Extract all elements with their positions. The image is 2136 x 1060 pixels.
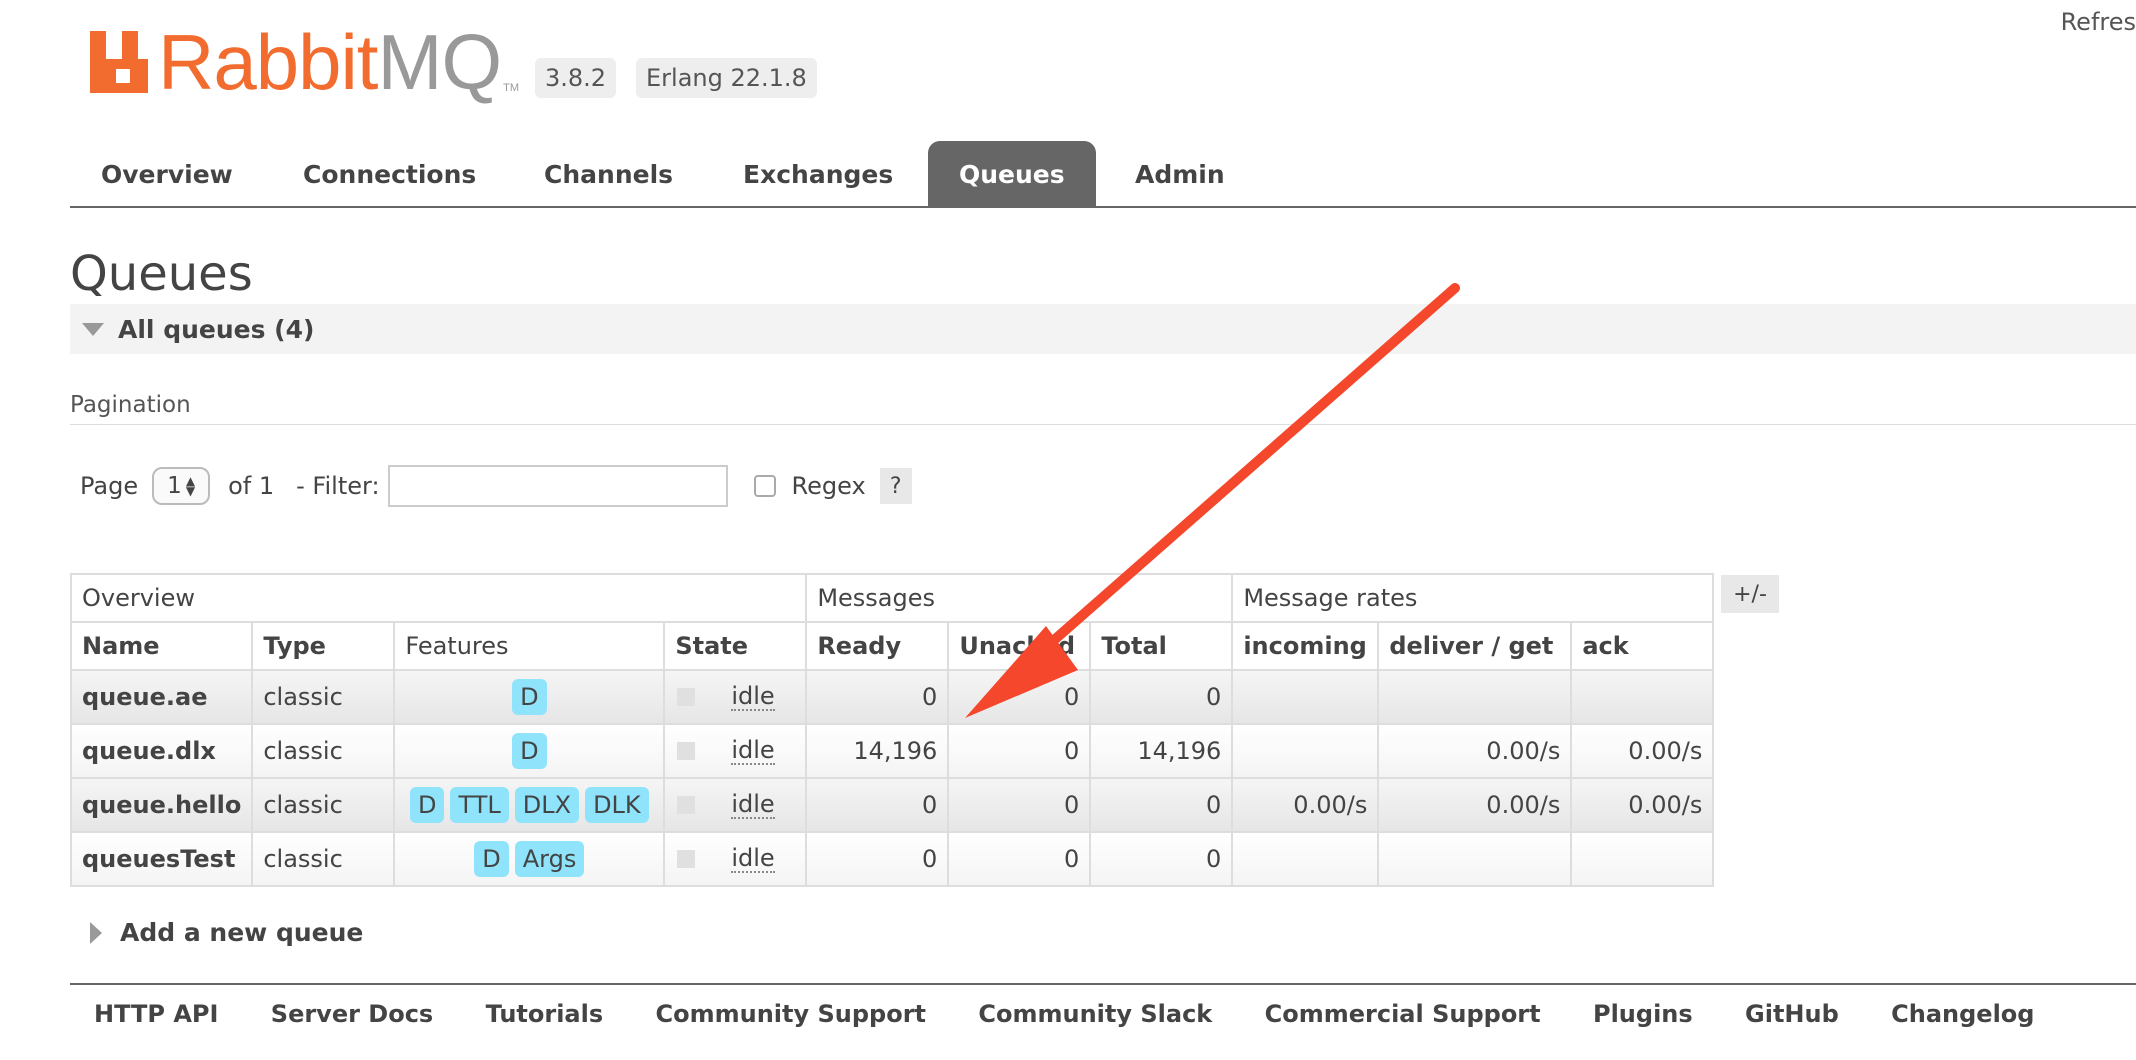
annotation-arrow-icon	[965, 283, 1460, 718]
